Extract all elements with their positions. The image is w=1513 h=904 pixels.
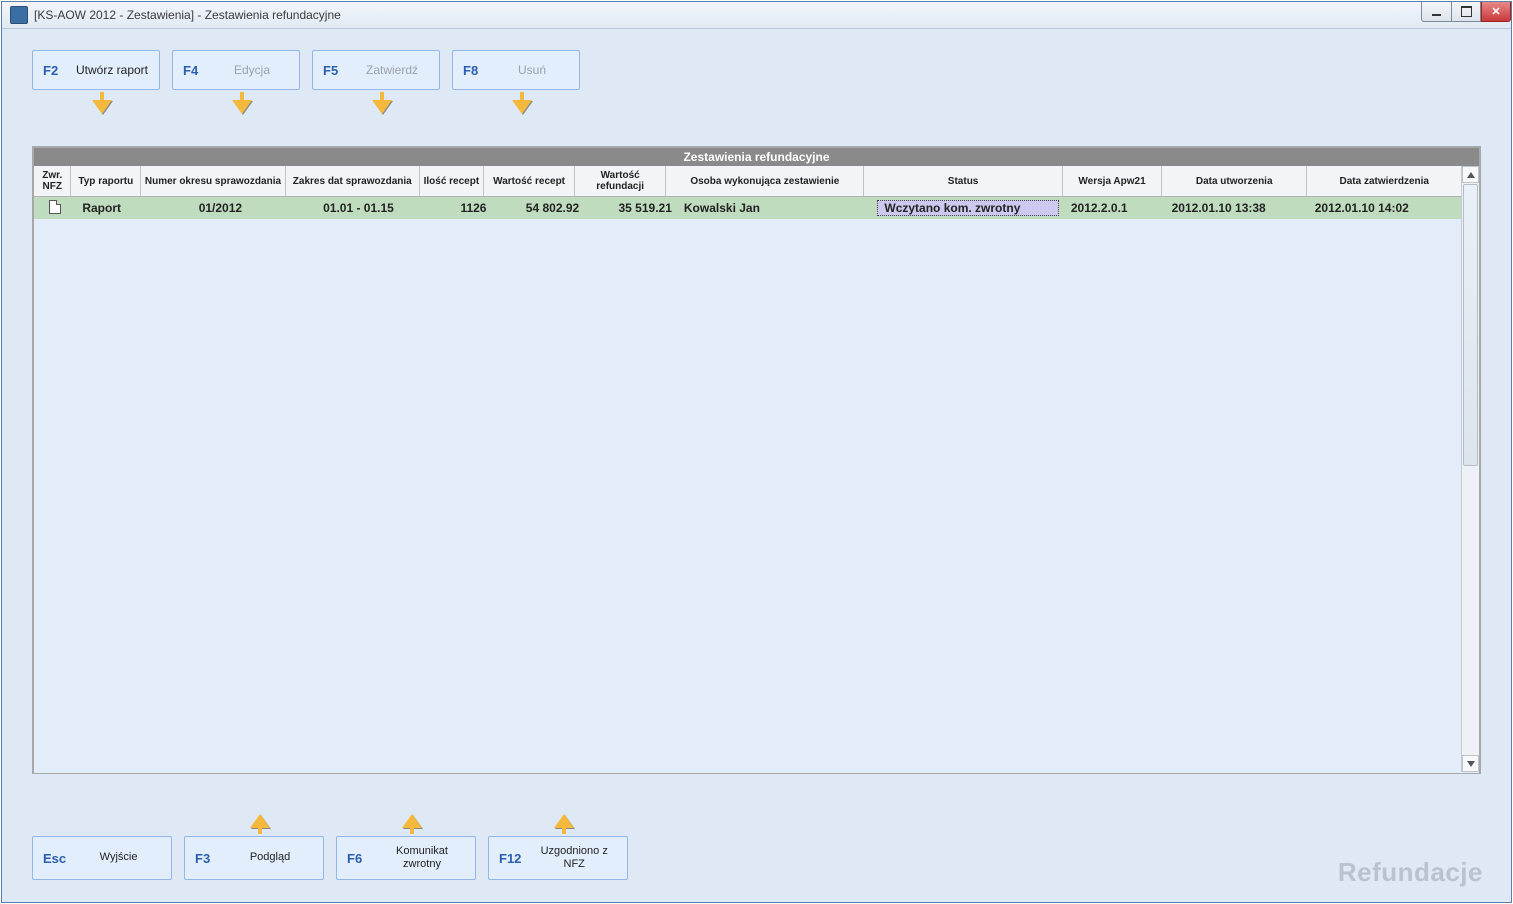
- minimize-button[interactable]: [1421, 2, 1451, 22]
- cell-ilosc: 1126: [425, 197, 493, 219]
- scroll-up-button[interactable]: [1462, 166, 1479, 183]
- col-numer-okresu[interactable]: Numer okresu sprawozdania: [141, 166, 286, 197]
- window-controls: ✕: [1421, 2, 1511, 22]
- create-report-button[interactable]: F2 Utwórz raport: [32, 50, 160, 90]
- create-report-label: Utwórz raport: [75, 63, 149, 77]
- toolbar-bottom: Esc Wyjście F3 Podgląd F6 Komunikat zwro…: [32, 828, 640, 880]
- col-data-utworzenia[interactable]: Data utworzenia: [1162, 166, 1307, 197]
- document-icon: [49, 200, 61, 214]
- cell-okres: 01/2012: [149, 197, 292, 219]
- delete-label: Usuń: [495, 63, 569, 77]
- cell-osoba: Kowalski Jan: [678, 197, 871, 219]
- app-icon: [10, 6, 28, 24]
- cell-d-utw: 2012.01.10 13:38: [1166, 197, 1309, 219]
- exit-button[interactable]: Esc Wyjście: [32, 836, 172, 880]
- close-icon: ✕: [1491, 5, 1500, 18]
- work-area: F2 Utwórz raport F4 Edycja F5 Zatwierdź: [10, 36, 1503, 894]
- return-message-button[interactable]: F6 Komunikat zwrotny: [336, 836, 476, 880]
- minimize-icon: [1432, 14, 1441, 16]
- preview-label: Podgląd: [227, 851, 313, 864]
- fn-key-f5: F5: [323, 63, 345, 78]
- fn-key-f6: F6: [347, 851, 369, 866]
- scroll-down-button[interactable]: [1462, 755, 1479, 772]
- col-osoba[interactable]: Osoba wykonująca zestawienie: [666, 166, 864, 197]
- fn-key-esc: Esc: [43, 851, 66, 866]
- return-message-label: Komunikat zwrotny: [379, 845, 465, 871]
- fn-key-f2: F2: [43, 63, 65, 78]
- approve-label: Zatwierdź: [355, 63, 429, 77]
- fn-key-f4: F4: [183, 63, 205, 78]
- app-window: [KS-AOW 2012 - Zestawienia] - Zestawieni…: [1, 1, 1512, 903]
- window-title: [KS-AOW 2012 - Zestawienia] - Zestawieni…: [34, 8, 341, 22]
- fn-key-f8: F8: [463, 63, 485, 78]
- fn-key-f3: F3: [195, 851, 217, 866]
- table-row[interactable]: Raport 01/2012 01.01 - 01.15 1126 54 802…: [34, 197, 1462, 219]
- preview-button[interactable]: F3 Podgląd: [184, 836, 324, 880]
- col-wartosc-refundacji[interactable]: Wartość refundacji: [575, 166, 666, 197]
- exit-label: Wyjście: [76, 851, 161, 864]
- cell-w-recept: 54 802.92: [492, 197, 585, 219]
- approve-button[interactable]: F5 Zatwierdź: [312, 50, 440, 90]
- titlebar[interactable]: [KS-AOW 2012 - Zestawienia] - Zestawieni…: [2, 2, 1511, 29]
- chevron-up-icon: [1467, 172, 1475, 178]
- fn-key-f12: F12: [499, 851, 521, 866]
- grid-body: Raport 01/2012 01.01 - 01.15 1126 54 802…: [34, 197, 1479, 773]
- col-zakres-dat[interactable]: Zakres dat sprawozdania: [285, 166, 419, 197]
- cell-zakres: 01.01 - 01.15: [292, 197, 425, 219]
- cell-doc-icon: [34, 197, 76, 219]
- col-zwr-nfz[interactable]: Zwr. NFZ: [34, 166, 71, 197]
- col-typ-raportu[interactable]: Typ raportu: [71, 166, 141, 197]
- col-ilosc-recept[interactable]: Ilość recept: [419, 166, 483, 197]
- edit-button[interactable]: F4 Edycja: [172, 50, 300, 90]
- agreed-nfz-button[interactable]: F12 Uzgodniono z NFZ: [488, 836, 628, 880]
- maximize-button[interactable]: [1451, 2, 1481, 22]
- chevron-down-icon: [1467, 761, 1475, 767]
- col-data-zatwierdzenia[interactable]: Data zatwierdzenia: [1307, 166, 1462, 197]
- cell-w-refund: 35 519.21: [585, 197, 678, 219]
- delete-button[interactable]: F8 Usuń: [452, 50, 580, 90]
- cell-wersja: 2012.2.0.1: [1065, 197, 1166, 219]
- cell-typ: Raport: [76, 197, 149, 219]
- grid-header: Zwr. NFZ Typ raportu Numer okresu sprawo…: [34, 166, 1463, 197]
- panel-title: Zestawienia refundacyjne: [34, 148, 1479, 166]
- vertical-scrollbar[interactable]: [1461, 166, 1479, 772]
- col-wartosc-recept[interactable]: Wartość recept: [484, 166, 575, 197]
- col-status[interactable]: Status: [864, 166, 1062, 197]
- toolbar-top: F2 Utwórz raport F4 Edycja F5 Zatwierdź: [32, 50, 1503, 98]
- edit-label: Edycja: [215, 63, 289, 77]
- col-wersja[interactable]: Wersja Apw21: [1062, 166, 1162, 197]
- close-button[interactable]: ✕: [1481, 2, 1511, 22]
- scroll-thumb[interactable]: [1463, 184, 1478, 466]
- status-badge: Wczytano kom. zwrotny: [877, 200, 1058, 216]
- reports-panel: Zestawienia refundacyjne Zwr. NFZ Typ ra…: [32, 146, 1481, 774]
- watermark: Refundacje: [1338, 857, 1483, 888]
- cell-d-zat: 2012.01.10 14:02: [1309, 197, 1462, 219]
- agreed-nfz-label: Uzgodniono z NFZ: [531, 845, 617, 871]
- cell-status: Wczytano kom. zwrotny: [871, 197, 1064, 219]
- maximize-icon: [1461, 6, 1472, 17]
